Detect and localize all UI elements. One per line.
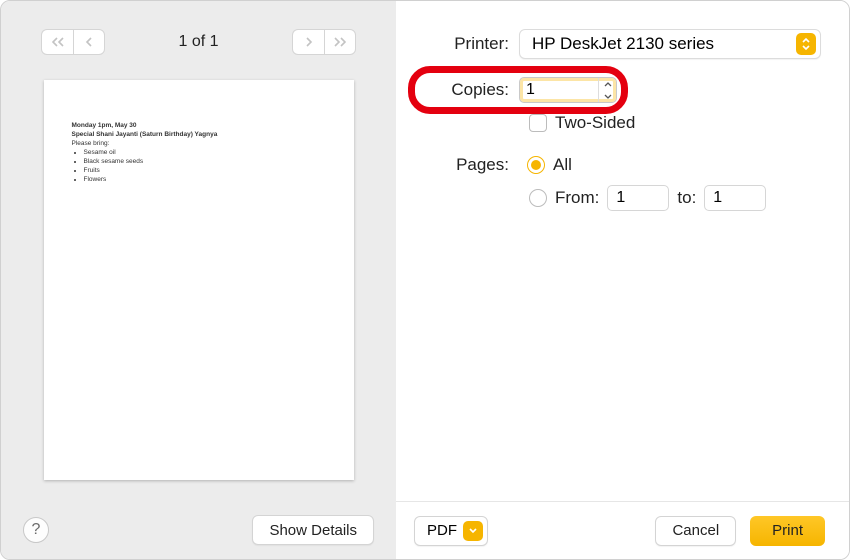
last-page-button[interactable] (324, 29, 356, 55)
printer-select[interactable]: HP DeskJet 2130 series (519, 29, 821, 59)
pages-label: Pages: (424, 155, 519, 175)
copies-value: 1 (526, 81, 598, 99)
printer-row: Printer: HP DeskJet 2130 series (424, 29, 821, 59)
preview-line: Special Shani Jayanti (Saturn Birthday) … (72, 131, 326, 140)
preview-list: Sesame oil Black sesame seeds Fruits Flo… (72, 149, 326, 184)
pages-range-radio[interactable] (529, 189, 547, 207)
stepper-arrows (598, 78, 616, 102)
pages-block: Pages: All From: 1 to: 1 (424, 155, 821, 221)
settings-pane: Printer: HP DeskJet 2130 series Copies: … (396, 1, 849, 559)
preview-list-item: Sesame oil (84, 149, 326, 158)
two-sided-label: Two-Sided (555, 113, 635, 133)
preview-nav: 1 of 1 (1, 1, 396, 65)
printer-value: HP DeskJet 2130 series (532, 34, 714, 54)
printer-label: Printer: (424, 34, 519, 54)
preview-bottom-bar: ? Show Details (1, 501, 396, 559)
action-buttons: Cancel Print (655, 516, 825, 546)
copies-label: Copies: (424, 80, 519, 100)
page-indicator: 1 of 1 (178, 33, 218, 51)
preview-sheet: Monday 1pm, May 30 Special Shani Jayanti… (44, 80, 354, 480)
prev-buttons (41, 29, 105, 55)
preview-line: Monday 1pm, May 30 (72, 122, 326, 131)
pages-all-label: All (553, 155, 572, 175)
preview-line: Please bring: (72, 140, 326, 149)
copies-row: Copies: 1 (424, 77, 821, 103)
form-area: Printer: HP DeskJet 2130 series Copies: … (396, 1, 849, 231)
next-buttons (292, 29, 356, 55)
pdf-dropdown[interactable]: PDF (414, 516, 488, 546)
chevron-up-icon[interactable] (599, 78, 616, 90)
print-label: Print (772, 522, 803, 539)
pages-from-input[interactable]: 1 (607, 185, 669, 211)
chevron-down-icon[interactable] (599, 90, 616, 102)
next-page-button[interactable] (292, 29, 324, 55)
pages-all-radio[interactable] (527, 156, 545, 174)
show-details-button[interactable]: Show Details (252, 515, 374, 545)
pages-to-input[interactable]: 1 (704, 185, 766, 211)
pages-all-row: Pages: All (424, 155, 821, 175)
pdf-label: PDF (427, 522, 457, 539)
preview-list-item: Fruits (84, 167, 326, 176)
chevron-right-icon (305, 35, 313, 50)
preview-list-item: Black sesame seeds (84, 158, 326, 167)
double-chevron-left-icon (52, 35, 64, 50)
preview-pane: 1 of 1 Monday 1pm, May 30 Special Shani … (1, 1, 396, 559)
pages-from-label: From: (555, 188, 599, 208)
pages-range-row: From: 1 to: 1 (529, 185, 821, 211)
prev-page-button[interactable] (73, 29, 105, 55)
first-page-button[interactable] (41, 29, 73, 55)
copies-stepper[interactable]: 1 (519, 77, 617, 103)
show-details-label: Show Details (269, 522, 357, 539)
pages-to-value: 1 (713, 189, 722, 207)
chevron-down-icon (463, 521, 483, 541)
two-sided-row: Two-Sided (529, 113, 821, 133)
chevron-left-icon (85, 35, 93, 50)
print-button[interactable]: Print (750, 516, 825, 546)
cancel-label: Cancel (672, 522, 719, 539)
cancel-button[interactable]: Cancel (655, 516, 736, 546)
help-icon: ? (32, 521, 41, 539)
print-dialog: 1 of 1 Monday 1pm, May 30 Special Shani … (0, 0, 850, 560)
preview-list-item: Flowers (84, 176, 326, 185)
double-chevron-right-icon (334, 35, 346, 50)
updown-icon (796, 33, 816, 55)
preview-sheet-wrap: Monday 1pm, May 30 Special Shani Jayanti… (1, 65, 396, 559)
two-sided-checkbox[interactable] (529, 114, 547, 132)
pages-to-label: to: (677, 188, 696, 208)
settings-bottom-bar: PDF Cancel Print (396, 501, 849, 559)
pages-from-value: 1 (616, 189, 625, 207)
help-button[interactable]: ? (23, 517, 49, 543)
